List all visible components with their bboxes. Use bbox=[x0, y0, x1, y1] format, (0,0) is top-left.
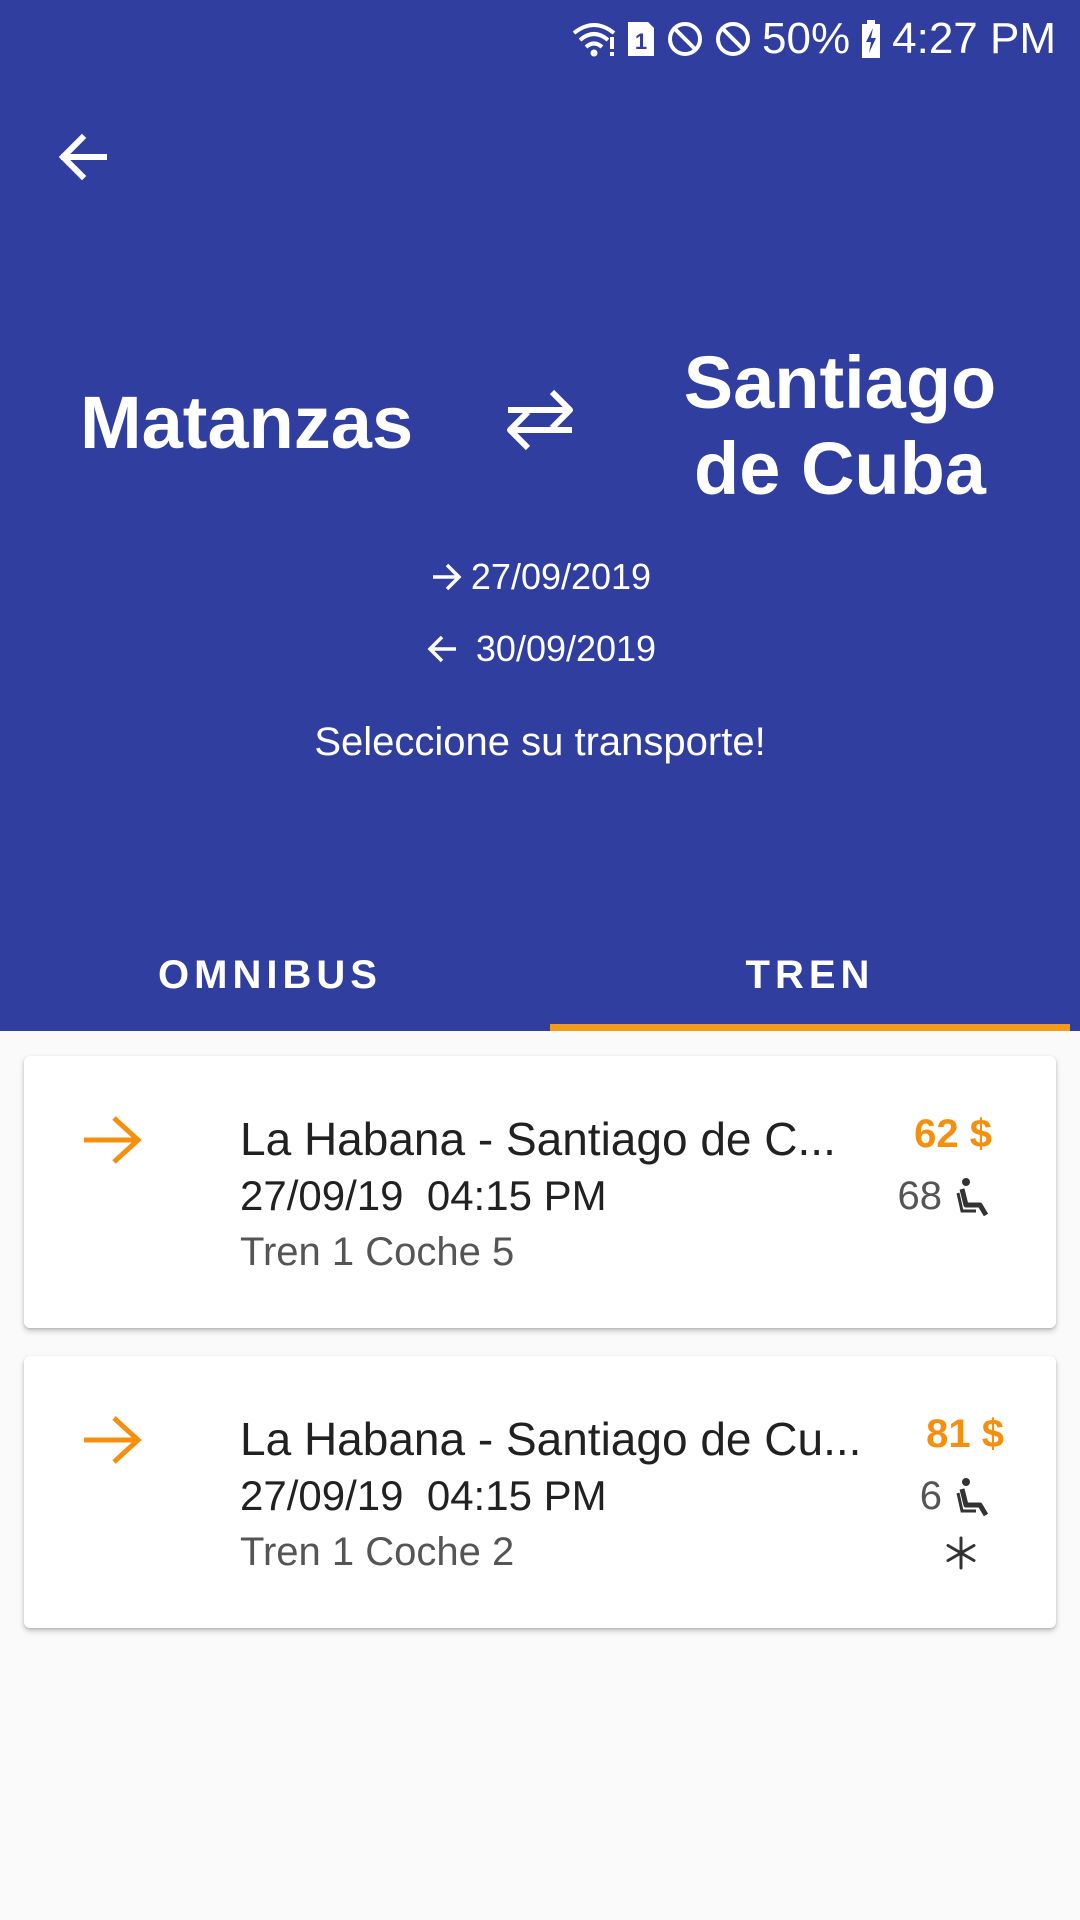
origin-city[interactable]: Matanzas bbox=[80, 380, 420, 465]
price: 81 $ bbox=[926, 1412, 1004, 1456]
blocked-icon bbox=[716, 22, 751, 56]
destination-line-2: de Cuba bbox=[694, 427, 986, 510]
tab-tren[interactable]: TREN bbox=[540, 920, 1080, 1031]
battery-percent: 50% bbox=[762, 14, 851, 63]
result-card[interactable]: La Habana - Santiago de Cu... 27/09/19 0… bbox=[24, 1356, 1056, 1628]
clock: 4:27 PM bbox=[892, 14, 1056, 63]
departure-date: 27/09/2019 bbox=[470, 556, 652, 597]
return-date: 30/09/2019 bbox=[475, 628, 657, 669]
sim-icon: 1 bbox=[628, 22, 655, 56]
departure-date: 27/09/19 bbox=[240, 1472, 404, 1519]
seats-available: 6 bbox=[920, 1474, 992, 1519]
return-date-row: 30/09/2019 bbox=[0, 628, 1080, 670]
arrow-right-icon bbox=[84, 1116, 142, 1164]
do-not-disturb-icon bbox=[668, 22, 703, 56]
battery-charging-icon bbox=[862, 20, 881, 58]
arrow-right-icon bbox=[84, 1416, 142, 1464]
arrow-left-icon bbox=[427, 635, 456, 663]
swap-arrows-icon[interactable] bbox=[500, 380, 580, 460]
result-card[interactable]: La Habana - Santiago de C... 27/09/19 04… bbox=[24, 1056, 1056, 1328]
arrow-right-icon bbox=[432, 563, 462, 591]
seat-icon bbox=[956, 1477, 989, 1516]
departure-datetime: 27/09/19 04:15 PM bbox=[240, 1172, 607, 1220]
header: 1 50% 4:27 PM Matanzas Santiago de Cuba bbox=[0, 0, 1080, 1031]
seat-count: 6 bbox=[919, 1474, 942, 1518]
transport-tabs: OMNIBUS TREN bbox=[0, 920, 1080, 1031]
seat-icon bbox=[956, 1177, 989, 1216]
seats-available: 68 bbox=[898, 1174, 993, 1219]
wifi-icon bbox=[572, 23, 616, 57]
status-bar: 1 50% 4:27 PM bbox=[572, 14, 1056, 64]
departure-time: 04:15 PM bbox=[426, 1172, 607, 1219]
train-car: Tren 1 Coche 5 bbox=[240, 1230, 515, 1274]
destination-line-1: Santiago bbox=[683, 341, 997, 424]
seat-count: 68 bbox=[897, 1174, 943, 1218]
departure-time: 04:15 PM bbox=[426, 1472, 607, 1519]
back-arrow-icon[interactable] bbox=[52, 124, 118, 190]
destination-city[interactable]: Santiago de Cuba bbox=[660, 340, 1020, 512]
sim-slot-number: 1 bbox=[635, 29, 647, 54]
route-name: La Habana - Santiago de Cu... bbox=[240, 1413, 862, 1465]
tab-omnibus[interactable]: OMNIBUS bbox=[0, 920, 540, 1031]
departure-datetime: 27/09/19 04:15 PM bbox=[240, 1472, 607, 1520]
train-car: Tren 1 Coche 2 bbox=[240, 1530, 515, 1574]
route-name: La Habana - Santiago de C... bbox=[240, 1113, 836, 1165]
price: 62 $ bbox=[914, 1112, 992, 1156]
departure-date: 27/09/19 bbox=[240, 1172, 404, 1219]
snowflake-icon bbox=[946, 1536, 976, 1570]
departure-date-row: 27/09/2019 bbox=[0, 556, 1080, 598]
select-transport-prompt: Seleccione su transporte! bbox=[314, 720, 766, 764]
